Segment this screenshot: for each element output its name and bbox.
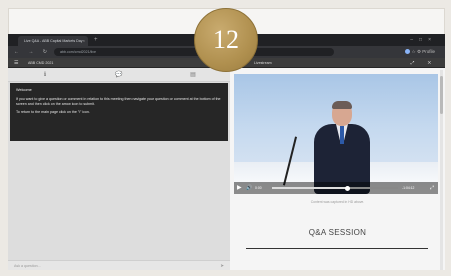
video-progress-bar[interactable] [272, 185, 398, 191]
session-title: Q&A SESSION [308, 228, 367, 237]
address-bar[interactable]: abb.com/cmd2021/live [54, 48, 334, 56]
chat-message: To return to the main page click on the … [16, 110, 90, 114]
chat-message: If you want to give a question or commen… [16, 97, 221, 106]
play-icon[interactable]: ▶ [237, 182, 242, 194]
extensions-label: ☆ ⚙ Profile [411, 49, 435, 54]
divider [246, 248, 428, 249]
browser-tab[interactable]: Live Q&A - ABB Capital Markets Day × [18, 36, 88, 46]
question-input[interactable]: Ask a question... [14, 261, 41, 271]
app-title: ABB CMD 2021 [28, 61, 54, 65]
fullscreen-icon[interactable]: ⤢ [430, 182, 434, 194]
speaker-figure [310, 101, 374, 194]
panel-controls[interactable]: ⤢ ✕ [411, 58, 437, 68]
chat-panel-container: ℹ 💬 ▤ Welcome If you want to give a ques… [8, 68, 230, 270]
send-icon[interactable]: ➤ [220, 261, 224, 271]
progress-knob[interactable] [345, 185, 351, 191]
scrollbar[interactable] [440, 70, 443, 270]
extensions-area[interactable]: ☆ ⚙ Profile [404, 47, 435, 57]
stream-title: Livestream [254, 61, 272, 65]
step-number-badge: 12 [194, 8, 258, 72]
chat-heading: Welcome [16, 88, 32, 92]
chat-message-box: Welcome If you want to give a question o… [10, 83, 228, 141]
video-caption: Content was captured in HD above. [310, 200, 365, 204]
new-tab-icon[interactable]: + [94, 35, 98, 45]
video-panel: ▶ 🔊 0:00 -1:04:12 ⤢ Content was captured… [230, 68, 445, 270]
tab-chat[interactable]: 💬 [82, 68, 156, 82]
profile-icon[interactable] [404, 49, 410, 55]
scrollbar-thumb[interactable] [440, 76, 443, 114]
remaining-time: -1:04:12 [402, 186, 415, 190]
video-player[interactable]: ▶ 🔊 0:00 -1:04:12 ⤢ [234, 74, 438, 194]
menu-icon[interactable]: ☰ [14, 58, 18, 68]
close-tab-icon[interactable]: × [83, 36, 85, 46]
photo-frame: Live Q&A - ABB Capital Markets Day × + –… [0, 0, 451, 276]
window-controls[interactable]: –□× [410, 34, 437, 46]
left-tab-bar: ℹ 💬 ▤ [8, 68, 230, 82]
video-controls: ▶ 🔊 0:00 -1:04:12 ⤢ [234, 182, 438, 194]
volume-icon[interactable]: 🔊 [246, 182, 252, 194]
browser-tab-title: Live Q&A - ABB Capital Markets Day [24, 39, 83, 43]
current-time: 0:00 [255, 186, 262, 190]
progress-fill [272, 187, 348, 189]
tab-info[interactable]: ℹ [8, 68, 82, 82]
question-input-bar: Ask a question... ➤ [8, 260, 230, 270]
